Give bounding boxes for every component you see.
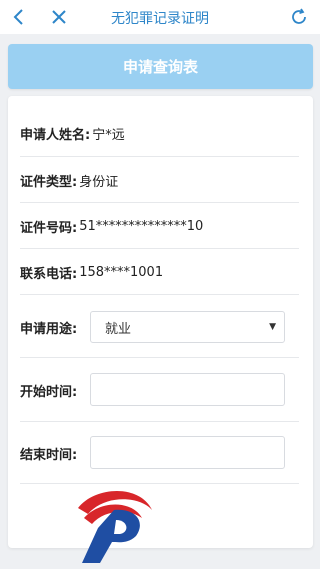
purpose-selected-value: 就业 <box>105 321 132 337</box>
divider <box>20 483 299 484</box>
id-type-value: 身份证 <box>79 175 119 190</box>
purpose-select[interactable]: 就业 ▼ <box>90 311 285 343</box>
id-number-label: 证件号码: <box>20 221 78 236</box>
page-title: 无犯罪记录证明 <box>111 11 209 27</box>
top-navigation-bar: 无犯罪记录证明 <box>0 0 320 34</box>
end-time-label: 结束时间: <box>20 448 78 463</box>
id-number-row: 证件号码: 51**************10 <box>20 217 299 236</box>
id-type-label: 证件类型: <box>20 175 78 190</box>
start-time-input[interactable] <box>90 373 285 406</box>
start-time-label: 开始时间: <box>20 385 78 400</box>
application-form-banner: 申请查询表 <box>8 44 313 89</box>
divider <box>20 202 299 203</box>
end-time-input[interactable] <box>90 436 285 469</box>
divider <box>20 156 299 157</box>
applicant-name-label: 申请人姓名: <box>20 128 91 143</box>
phone-label: 联系电话: <box>20 267 78 282</box>
police-emblem-logo <box>70 488 155 565</box>
applicant-name-row: 申请人姓名: 宁*远 <box>20 124 299 143</box>
dropdown-caret-icon: ▼ <box>269 322 276 332</box>
divider <box>20 357 299 358</box>
id-type-row: 证件类型: 身份证 <box>20 171 299 190</box>
applicant-name-value: 宁*远 <box>92 128 125 143</box>
divider <box>20 421 299 422</box>
refresh-icon[interactable] <box>286 4 312 30</box>
phone-value: 158****1001 <box>79 265 164 280</box>
id-number-value: 51**************10 <box>79 219 204 234</box>
application-form-card: 申请人姓名: 宁*远 证件类型: 身份证 证件号码: 51***********… <box>8 96 313 548</box>
purpose-label: 申请用途: <box>20 322 78 337</box>
divider <box>20 294 299 295</box>
phone-row: 联系电话: 158****1001 <box>20 263 299 282</box>
divider <box>20 248 299 249</box>
